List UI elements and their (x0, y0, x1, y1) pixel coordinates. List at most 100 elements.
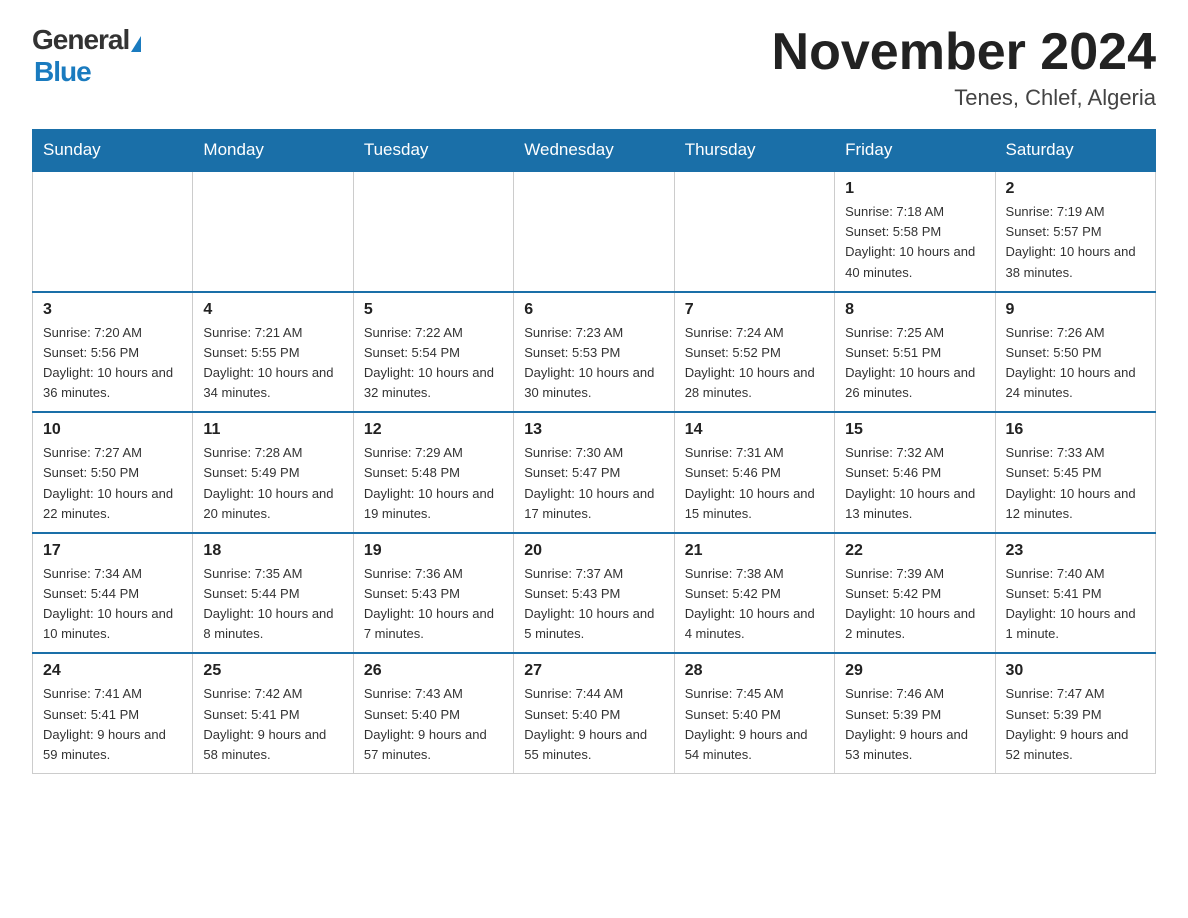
day-info: Sunrise: 7:42 AMSunset: 5:41 PMDaylight:… (203, 684, 342, 765)
day-number: 5 (364, 301, 503, 319)
table-row: 3 Sunrise: 7:20 AMSunset: 5:56 PMDaylight… (33, 292, 193, 413)
day-number: 18 (203, 542, 342, 560)
day-number: 19 (364, 542, 503, 560)
table-row: 14 Sunrise: 7:31 AMSunset: 5:46 PMDayligh… (674, 412, 834, 533)
logo-blue-text: Blue (34, 56, 141, 88)
table-row (193, 171, 353, 292)
day-info: Sunrise: 7:21 AMSunset: 5:55 PMDaylight:… (203, 323, 342, 404)
day-info: Sunrise: 7:31 AMSunset: 5:46 PMDaylight:… (685, 443, 824, 524)
day-info: Sunrise: 7:41 AMSunset: 5:41 PMDaylight:… (43, 684, 182, 765)
table-row: 1Sunrise: 7:18 AMSunset: 5:58 PMDaylight… (835, 171, 995, 292)
table-row: 8 Sunrise: 7:25 AMSunset: 5:51 PMDaylight… (835, 292, 995, 413)
calendar-week-row: 17 Sunrise: 7:34 AMSunset: 5:44 PMDayligh… (33, 533, 1156, 654)
month-title: November 2024 (772, 24, 1156, 81)
day-number: 24 (43, 662, 182, 680)
day-info: Sunrise: 7:26 AMSunset: 5:50 PMDaylight:… (1006, 323, 1145, 404)
table-row (353, 171, 513, 292)
day-info: Sunrise: 7:24 AMSunset: 5:52 PMDaylight:… (685, 323, 824, 404)
calendar-week-row: 24 Sunrise: 7:41 AMSunset: 5:41 PMDayligh… (33, 653, 1156, 773)
day-info: Sunrise: 7:44 AMSunset: 5:40 PMDaylight:… (524, 684, 663, 765)
header-tuesday: Tuesday (353, 130, 513, 172)
table-row: 18 Sunrise: 7:35 AMSunset: 5:44 PMDayligh… (193, 533, 353, 654)
table-row: 16 Sunrise: 7:33 AMSunset: 5:45 PMDayligh… (995, 412, 1155, 533)
day-number: 21 (685, 542, 824, 560)
table-row: 13 Sunrise: 7:30 AMSunset: 5:47 PMDayligh… (514, 412, 674, 533)
header-thursday: Thursday (674, 130, 834, 172)
table-row: 21 Sunrise: 7:38 AMSunset: 5:42 PMDayligh… (674, 533, 834, 654)
day-number: 25 (203, 662, 342, 680)
day-number: 20 (524, 542, 663, 560)
header-wednesday: Wednesday (514, 130, 674, 172)
day-number: 10 (43, 421, 182, 439)
table-row: 17 Sunrise: 7:34 AMSunset: 5:44 PMDayligh… (33, 533, 193, 654)
day-info: Sunrise: 7:35 AMSunset: 5:44 PMDaylight:… (203, 564, 342, 645)
logo-triangle-icon (131, 36, 141, 52)
table-row: 23 Sunrise: 7:40 AMSunset: 5:41 PMDayligh… (995, 533, 1155, 654)
table-row (33, 171, 193, 292)
table-row: 11 Sunrise: 7:28 AMSunset: 5:49 PMDayligh… (193, 412, 353, 533)
day-number: 3 (43, 301, 182, 319)
day-number: 13 (524, 421, 663, 439)
table-row (514, 171, 674, 292)
table-row: 19 Sunrise: 7:36 AMSunset: 5:43 PMDayligh… (353, 533, 513, 654)
day-info: Sunrise: 7:40 AMSunset: 5:41 PMDaylight:… (1006, 564, 1145, 645)
table-row: 2Sunrise: 7:19 AMSunset: 5:57 PMDaylight… (995, 171, 1155, 292)
table-row: 10 Sunrise: 7:27 AMSunset: 5:50 PMDayligh… (33, 412, 193, 533)
weekday-header-row: Sunday Monday Tuesday Wednesday Thursday… (33, 130, 1156, 172)
day-info: Sunrise: 7:23 AMSunset: 5:53 PMDaylight:… (524, 323, 663, 404)
day-info: Sunrise: 7:46 AMSunset: 5:39 PMDaylight:… (845, 684, 984, 765)
table-row: 6 Sunrise: 7:23 AMSunset: 5:53 PMDaylight… (514, 292, 674, 413)
day-info: Sunrise: 7:27 AMSunset: 5:50 PMDaylight:… (43, 443, 182, 524)
day-info: Sunrise: 7:38 AMSunset: 5:42 PMDaylight:… (685, 564, 824, 645)
calendar-week-row: 10 Sunrise: 7:27 AMSunset: 5:50 PMDayligh… (33, 412, 1156, 533)
day-number: 26 (364, 662, 503, 680)
logo-general-text: General (32, 24, 129, 56)
table-row: 29 Sunrise: 7:46 AMSunset: 5:39 PMDayligh… (835, 653, 995, 773)
day-number: 23 (1006, 542, 1145, 560)
day-number: 7 (685, 301, 824, 319)
header-saturday: Saturday (995, 130, 1155, 172)
day-info: Sunrise: 7:28 AMSunset: 5:49 PMDaylight:… (203, 443, 342, 524)
day-info: Sunrise: 7:20 AMSunset: 5:56 PMDaylight:… (43, 323, 182, 404)
day-number: 29 (845, 662, 984, 680)
header-sunday: Sunday (33, 130, 193, 172)
calendar-week-row: 1Sunrise: 7:18 AMSunset: 5:58 PMDaylight… (33, 171, 1156, 292)
day-info: Sunrise: 7:33 AMSunset: 5:45 PMDaylight:… (1006, 443, 1145, 524)
day-number: 17 (43, 542, 182, 560)
table-row: 12 Sunrise: 7:29 AMSunset: 5:48 PMDayligh… (353, 412, 513, 533)
day-info: Sunrise: 7:29 AMSunset: 5:48 PMDaylight:… (364, 443, 503, 524)
logo: General Blue (32, 24, 141, 88)
calendar-table: Sunday Monday Tuesday Wednesday Thursday… (32, 129, 1156, 774)
page-header: General Blue November 2024 Tenes, Chlef,… (32, 24, 1156, 111)
day-number: 8 (845, 301, 984, 319)
location-label: Tenes, Chlef, Algeria (772, 85, 1156, 111)
table-row: 20Sunrise: 7:37 AMSunset: 5:43 PMDayligh… (514, 533, 674, 654)
day-number: 27 (524, 662, 663, 680)
calendar-week-row: 3 Sunrise: 7:20 AMSunset: 5:56 PMDaylight… (33, 292, 1156, 413)
table-row: 26Sunrise: 7:43 AMSunset: 5:40 PMDayligh… (353, 653, 513, 773)
title-block: November 2024 Tenes, Chlef, Algeria (772, 24, 1156, 111)
day-number: 15 (845, 421, 984, 439)
day-number: 28 (685, 662, 824, 680)
day-info: Sunrise: 7:36 AMSunset: 5:43 PMDaylight:… (364, 564, 503, 645)
day-info: Sunrise: 7:39 AMSunset: 5:42 PMDaylight:… (845, 564, 984, 645)
day-number: 9 (1006, 301, 1145, 319)
day-number: 6 (524, 301, 663, 319)
table-row: 4Sunrise: 7:21 AMSunset: 5:55 PMDaylight… (193, 292, 353, 413)
day-info: Sunrise: 7:25 AMSunset: 5:51 PMDaylight:… (845, 323, 984, 404)
day-info: Sunrise: 7:47 AMSunset: 5:39 PMDaylight:… (1006, 684, 1145, 765)
calendar-header: Sunday Monday Tuesday Wednesday Thursday… (33, 130, 1156, 172)
day-info: Sunrise: 7:34 AMSunset: 5:44 PMDaylight:… (43, 564, 182, 645)
day-number: 16 (1006, 421, 1145, 439)
day-number: 14 (685, 421, 824, 439)
day-info: Sunrise: 7:30 AMSunset: 5:47 PMDaylight:… (524, 443, 663, 524)
table-row: 5 Sunrise: 7:22 AMSunset: 5:54 PMDaylight… (353, 292, 513, 413)
day-number: 12 (364, 421, 503, 439)
table-row: 25 Sunrise: 7:42 AMSunset: 5:41 PMDayligh… (193, 653, 353, 773)
day-number: 11 (203, 421, 342, 439)
day-number: 2 (1006, 180, 1145, 198)
table-row: 9 Sunrise: 7:26 AMSunset: 5:50 PMDaylight… (995, 292, 1155, 413)
table-row: 28Sunrise: 7:45 AMSunset: 5:40 PMDayligh… (674, 653, 834, 773)
header-friday: Friday (835, 130, 995, 172)
day-info: Sunrise: 7:22 AMSunset: 5:54 PMDaylight:… (364, 323, 503, 404)
